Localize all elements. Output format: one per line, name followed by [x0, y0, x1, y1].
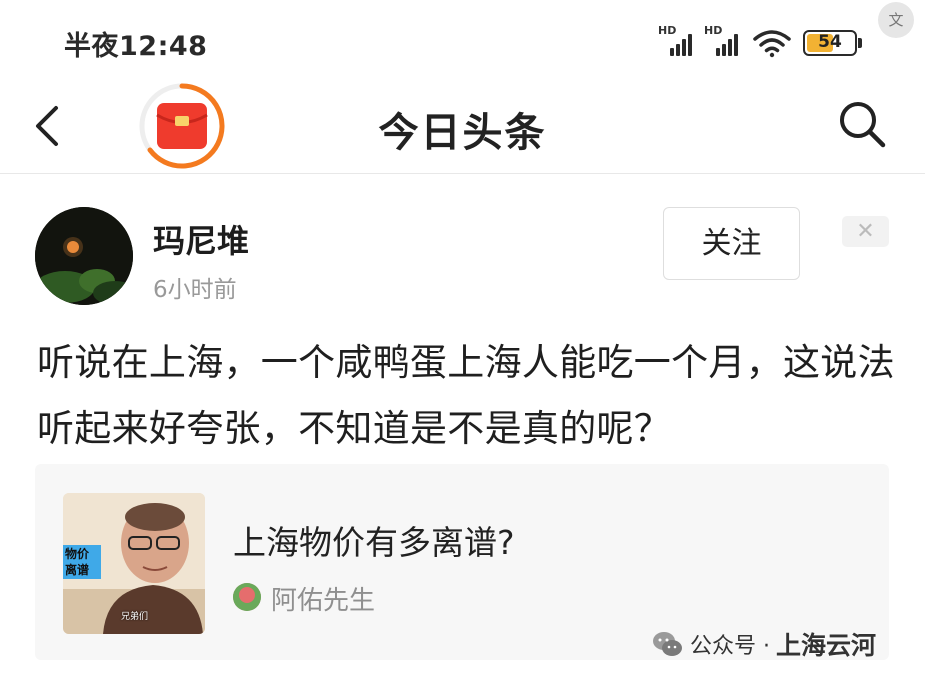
article-title[interactable]: 上海物价有多离谱? [233, 516, 515, 564]
post-time: 6小时前 [153, 277, 237, 303]
battery-level: 54 [818, 32, 842, 52]
article-thumbnail: 物价 离谱 兄弟们 [63, 493, 205, 634]
hd-badge: HD [704, 24, 723, 37]
battery-icon: 54 [803, 30, 857, 56]
watermark-label: 公众号 · [690, 634, 770, 659]
post-body-text: 听说在上海，一个咸鸭蛋上海人能吃一个月，这说法听起来好夸张，不知道是不是真的呢？ [37, 341, 895, 450]
search-icon[interactable] [836, 98, 888, 150]
author-name[interactable]: 玛尼堆 [153, 216, 249, 262]
dismiss-close-icon[interactable]: ✕ [842, 216, 889, 247]
hd-badge: HD [658, 24, 677, 37]
article-author-avatar [233, 583, 261, 611]
translate-button[interactable]: 文 [878, 2, 914, 38]
status-time: 半夜12:48 [64, 31, 208, 62]
article-author-name: 阿佑先生 [271, 586, 376, 616]
wechat-watermark: 公众号 · 上海云河 [650, 624, 876, 664]
signal-icon-sim1: HD [658, 24, 698, 56]
status-bar: 半夜12:48 HD HD 54 文 [0, 0, 925, 82]
follow-button[interactable]: 关注 [663, 207, 800, 280]
thumbnail-caption: 兄弟们 [121, 612, 149, 622]
app-header: 今日头条 [0, 82, 925, 174]
page-title: 今日头条 [378, 110, 547, 156]
battery-tip [858, 38, 862, 48]
wifi-icon [753, 30, 791, 58]
thumbnail-tag: 物价 离谱 [63, 545, 101, 579]
watermark-brand: 上海云河 [776, 631, 877, 660]
signal-icon-sim2: HD [704, 24, 744, 56]
author-avatar[interactable] [35, 207, 133, 305]
wechat-icon [653, 632, 682, 656]
